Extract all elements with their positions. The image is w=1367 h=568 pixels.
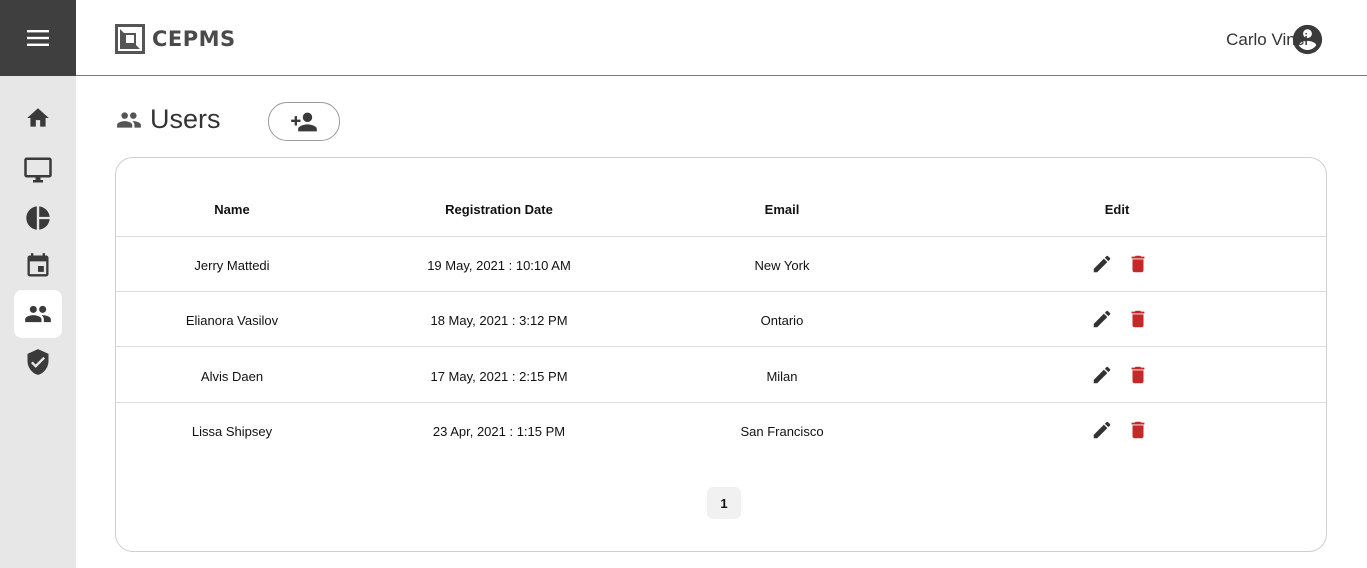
sidebar-item-calendar[interactable] <box>14 242 62 290</box>
column-header-edit: Edit <box>1104 202 1130 217</box>
pagination-page-button[interactable]: 1 <box>707 487 741 519</box>
sidebar <box>0 0 76 568</box>
cell-name: Alvis Daen <box>200 369 264 384</box>
logo[interactable]: CEPMS <box>115 24 236 54</box>
sidebar-item-statistics[interactable] <box>14 194 62 242</box>
trash-icon <box>1131 255 1145 273</box>
cell-registration-date: 19 May, 2021 : 10:10 AM <box>427 258 571 273</box>
table-edge-divider <box>1326 178 1327 458</box>
sidebar-item-monitor[interactable] <box>14 146 62 194</box>
calendar-icon <box>27 253 49 277</box>
home-icon <box>27 108 49 127</box>
cell-email: Ontario <box>760 313 804 328</box>
delete-button[interactable] <box>1127 419 1149 441</box>
edit-button[interactable] <box>1091 253 1113 275</box>
menu-button[interactable] <box>0 0 76 76</box>
trash-icon <box>1131 421 1145 439</box>
trash-icon <box>1131 310 1145 328</box>
delete-button[interactable] <box>1127 253 1149 275</box>
column-header-registration-date: Registration Date <box>445 202 553 217</box>
sidebar-item-home[interactable] <box>14 94 62 142</box>
account-avatar-icon[interactable] <box>1290 22 1325 57</box>
edit-button[interactable] <box>1091 364 1113 386</box>
cell-email: Milan <box>766 369 798 384</box>
users-icon <box>25 305 51 323</box>
cell-email: San Francisco <box>740 424 824 439</box>
pie-chart-icon <box>26 206 50 230</box>
table-row: Lissa Shipsey 23 Apr, 2021 : 1:15 PM San… <box>116 403 1326 458</box>
edit-button[interactable] <box>1091 419 1113 441</box>
table-header: Name Registration Date Email Edit <box>116 158 1326 237</box>
cell-name: Lissa Shipsey <box>191 424 273 439</box>
users-icon <box>117 111 141 128</box>
edit-button[interactable] <box>1091 308 1113 330</box>
logo-text: CEPMS <box>152 27 236 51</box>
page-heading: Users <box>116 104 221 135</box>
cell-registration-date: 18 May, 2021 : 3:12 PM <box>430 313 568 328</box>
table-row: Alvis Daen 17 May, 2021 : 2:15 PM Milan <box>116 348 1326 403</box>
sidebar-item-security[interactable] <box>14 338 62 386</box>
logo-mark-icon <box>115 24 145 54</box>
pencil-icon <box>1093 310 1111 328</box>
cell-name: Jerry Mattedi <box>194 258 270 273</box>
delete-button[interactable] <box>1127 308 1149 330</box>
top-bar: CEPMS Carlo Vinci <box>76 0 1367 76</box>
cell-email: New York <box>754 258 810 273</box>
column-header-email: Email <box>764 202 800 217</box>
users-table-card: Name Registration Date Email Edit Jerry … <box>115 157 1327 552</box>
cell-registration-date: 17 May, 2021 : 2:15 PM <box>430 369 568 384</box>
add-user-button[interactable] <box>268 102 340 141</box>
person-add-icon <box>291 112 317 131</box>
hamburger-menu-icon <box>27 30 49 46</box>
pencil-icon <box>1093 421 1111 439</box>
page-title: Users <box>150 104 221 134</box>
monitor-icon <box>24 157 52 183</box>
column-header-name: Name <box>214 202 250 217</box>
cell-name: Elianora Vasilov <box>185 313 279 328</box>
pencil-icon <box>1093 255 1111 273</box>
cell-registration-date: 23 Apr, 2021 : 1:15 PM <box>432 424 566 439</box>
trash-icon <box>1131 366 1145 384</box>
pencil-icon <box>1093 366 1111 384</box>
sidebar-item-users[interactable] <box>14 290 62 338</box>
delete-button[interactable] <box>1127 364 1149 386</box>
table-row: Jerry Mattedi 19 May, 2021 : 10:10 AM Ne… <box>116 237 1326 292</box>
shield-check-icon <box>27 349 49 375</box>
table-row: Elianora Vasilov 18 May, 2021 : 3:12 PM … <box>116 292 1326 347</box>
